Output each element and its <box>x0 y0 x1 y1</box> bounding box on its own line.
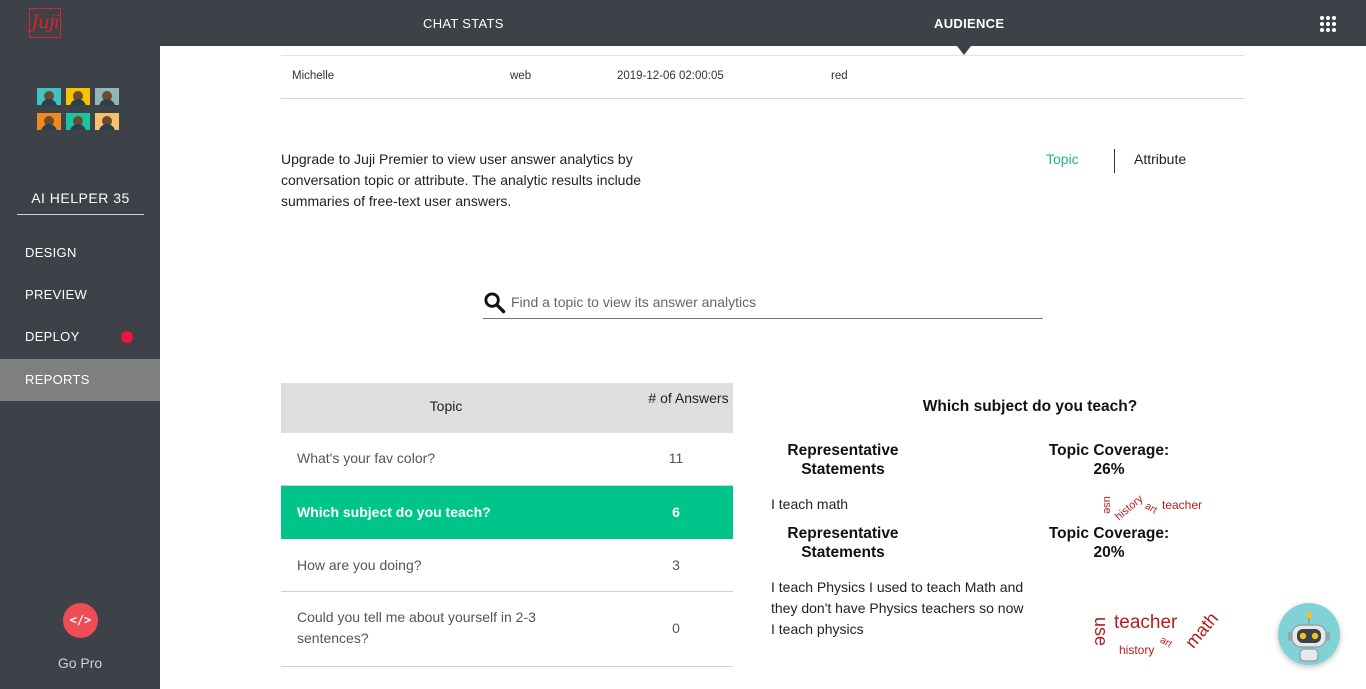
search-icon <box>484 292 506 314</box>
topic-name: How are you doing? <box>297 557 422 573</box>
sidebar-item-label: REPORTS <box>25 372 90 387</box>
toggle-attribute[interactable]: Attribute <box>1134 151 1186 167</box>
table-row-selected[interactable]: Which subject do you teach? 6 <box>281 486 733 539</box>
topic-name: Which subject do you teach? <box>297 504 491 520</box>
word-cloud-word: history <box>1112 492 1146 524</box>
toggle-topic[interactable]: Topic <box>1046 151 1079 167</box>
audience-channel: web <box>510 70 532 82</box>
code-icon[interactable]: </> <box>63 603 98 638</box>
active-tab-indicator <box>957 46 971 55</box>
representative-statement: I teach math <box>771 496 849 512</box>
divider <box>281 55 1245 56</box>
topic-search <box>483 288 1043 319</box>
topic-name: What's your fav color? <box>297 450 436 466</box>
word-cloud-word: teacher <box>1114 612 1178 633</box>
representative-statements-heading: Representative Statements <box>787 442 899 478</box>
topic-count: 3 <box>672 557 680 573</box>
chatbot-robot-icon[interactable] <box>1278 603 1340 665</box>
sidebar-item-label: PREVIEW <box>25 287 88 302</box>
avatar <box>95 113 119 130</box>
word-cloud-word: use <box>1091 616 1112 647</box>
word-cloud-word: history <box>1119 643 1155 657</box>
topic-coverage-heading: Topic Coverage: 20% <box>1048 525 1170 561</box>
topic-count: 6 <box>672 504 680 520</box>
sidebar-item-label: DEPLOY <box>25 329 80 344</box>
juji-logo[interactable]: Juji <box>29 8 61 38</box>
word-cloud-word: teacher <box>1162 498 1203 512</box>
divider <box>281 98 1245 99</box>
table-row[interactable]: How are you doing? 3 <box>281 539 733 592</box>
selected-question-title: Which subject do you teach? <box>922 398 1138 415</box>
representative-statement: I teach Physics I used to teach Math and… <box>771 579 1024 637</box>
sidebar-item-deploy[interactable]: DEPLOY <box>0 316 160 358</box>
apps-grid-icon[interactable] <box>1320 16 1336 32</box>
topic-name: Could you tell me about yourself in 2-3 … <box>297 609 536 646</box>
table-row[interactable]: What's your fav color? 11 <box>281 433 733 486</box>
audience-name: Michelle <box>292 70 335 82</box>
upgrade-message: Upgrade to Juji Premier to view user ans… <box>281 151 642 209</box>
representative-statements-heading: Representative Statements <box>787 525 899 561</box>
audience-timestamp: 2019-12-06 02:00:05 <box>617 70 724 82</box>
deploy-status-dot <box>121 331 133 343</box>
word-cloud-word: art <box>1143 500 1159 517</box>
sidebar: AI HELPER 35 DESIGN PREVIEW DEPLOY REPOR… <box>0 46 160 689</box>
word-cloud-word: art <box>1158 634 1174 651</box>
column-header-count: # of Answers <box>648 390 729 406</box>
topic-count: 0 <box>672 620 680 636</box>
sidebar-item-preview[interactable]: PREVIEW <box>0 274 160 316</box>
topic-table: Topic # of Answers What's your fav color… <box>281 383 733 667</box>
sidebar-item-design[interactable]: DESIGN <box>0 232 160 274</box>
go-pro-link[interactable]: Go Pro <box>0 655 160 671</box>
sidebar-item-reports[interactable]: REPORTS <box>0 359 160 401</box>
tab-chat-stats[interactable]: CHAT STATS <box>423 16 504 31</box>
top-bar: Juji CHAT STATS AUDIENCE <box>0 0 1366 46</box>
tab-audience[interactable]: AUDIENCE <box>934 16 1004 31</box>
word-cloud-word: math <box>1181 608 1223 652</box>
avatar <box>37 113 61 130</box>
avatar <box>95 88 119 105</box>
sidebar-item-label: DESIGN <box>25 245 77 260</box>
toggle-divider <box>1114 149 1115 173</box>
helper-avatar-grid <box>37 88 125 130</box>
audience-answer: red <box>831 70 848 82</box>
word-cloud-word: use <box>1100 496 1113 514</box>
avatar <box>66 88 90 105</box>
avatar <box>66 113 90 130</box>
table-row[interactable]: Could you tell me about yourself in 2-3 … <box>281 592 733 667</box>
column-header-topic: Topic <box>429 398 463 414</box>
topic-count: 11 <box>668 450 684 466</box>
table-header: Topic # of Answers <box>281 383 733 433</box>
search-input[interactable] <box>511 290 1031 314</box>
avatar <box>37 88 61 105</box>
helper-name: AI HELPER 35 <box>17 190 144 215</box>
topic-coverage-heading: Topic Coverage: 26% <box>1048 442 1170 478</box>
